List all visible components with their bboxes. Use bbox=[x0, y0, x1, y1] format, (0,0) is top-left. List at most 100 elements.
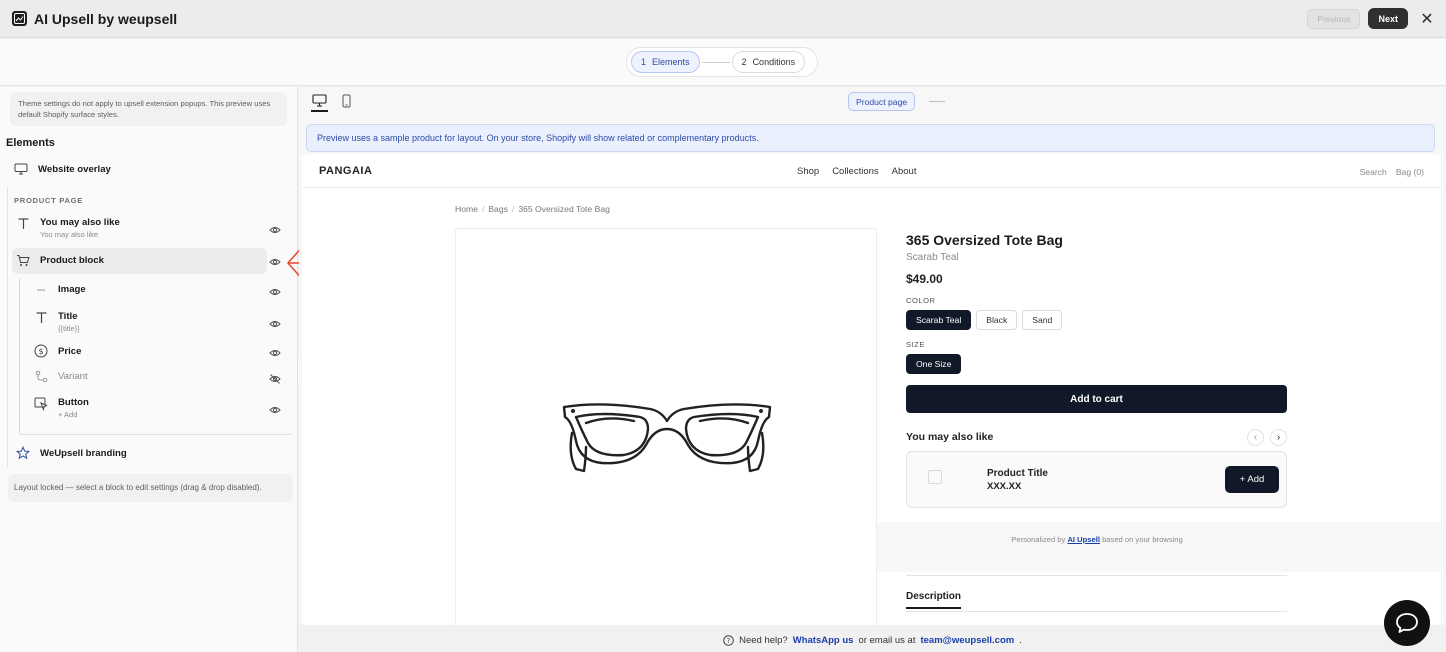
upsell-card-price: XXX.XX bbox=[987, 481, 1022, 492]
layout-locked-note: Layout locked — select a block to edit s… bbox=[8, 474, 293, 502]
text-t-icon bbox=[14, 217, 32, 230]
app-header: AI Upsell by weupsell Previous Next ✕ bbox=[0, 0, 1446, 38]
image-item[interactable]: Image bbox=[32, 284, 292, 295]
app-logo-icon bbox=[12, 11, 27, 26]
size-options: One Size bbox=[906, 354, 1287, 374]
nav-search[interactable]: Search bbox=[1360, 167, 1387, 177]
mobile-icon bbox=[342, 94, 351, 108]
breadcrumb-home[interactable]: Home bbox=[455, 204, 478, 214]
variant-label: Variant bbox=[58, 371, 88, 382]
weupsell-branding-item[interactable]: WeUpsell branding bbox=[14, 446, 127, 460]
title-item[interactable]: Title {{title}} bbox=[32, 311, 292, 333]
desktop-view-tab[interactable] bbox=[311, 94, 328, 112]
eye-icon[interactable] bbox=[269, 404, 281, 416]
store-nav-links: Shop Collections About bbox=[797, 166, 916, 177]
preview-panel: Product page Preview uses a sample produ… bbox=[299, 87, 1446, 625]
step-conditions[interactable]: 2 Conditions bbox=[731, 51, 806, 73]
step-label: Conditions bbox=[752, 57, 796, 67]
store-brand: PANGAIA bbox=[319, 165, 373, 177]
product-block-item[interactable]: Product block bbox=[14, 254, 292, 267]
page-type-pill[interactable]: Product page bbox=[848, 92, 916, 111]
whatsapp-link[interactable]: WhatsApp us bbox=[793, 635, 854, 646]
personalized-prefix: Personalized by bbox=[1011, 535, 1066, 544]
nav-about[interactable]: About bbox=[892, 166, 917, 177]
text-t-icon bbox=[32, 311, 50, 324]
breadcrumb: Home / Bags/365 Oversized Tote Bag bbox=[455, 204, 610, 214]
website-overlay-item[interactable]: Website overlay bbox=[12, 163, 111, 175]
nav-collections[interactable]: Collections bbox=[832, 166, 878, 177]
you-may-also-like-label: You may also like bbox=[40, 217, 120, 228]
description-tab[interactable]: Description bbox=[906, 591, 962, 609]
close-icon[interactable]: ✕ bbox=[1420, 9, 1434, 29]
color-label: COLOR bbox=[906, 296, 936, 305]
product-image-frame bbox=[455, 228, 877, 625]
preview-info-banner: Preview uses a sample product for layout… bbox=[306, 124, 1435, 152]
help-text: Need help? bbox=[739, 634, 788, 646]
chevron-left-icon[interactable]: ‹ bbox=[1247, 429, 1264, 446]
add-to-cart-button[interactable]: Add to cart bbox=[906, 385, 1287, 413]
product-block-label: Product block bbox=[40, 255, 104, 266]
nav-bag[interactable]: Bag (0) bbox=[1396, 167, 1424, 177]
upsell-product-card: Product Title XXX.XX + Add bbox=[906, 451, 1287, 508]
step-number: 1 bbox=[641, 57, 647, 67]
previous-button[interactable]: Previous bbox=[1307, 8, 1361, 29]
personalized-band bbox=[877, 522, 1441, 572]
image-label: Image bbox=[58, 284, 86, 295]
price-label: Price bbox=[58, 345, 82, 357]
star-icon bbox=[14, 446, 32, 460]
product-price: $49.00 bbox=[906, 272, 943, 286]
color-option-black[interactable]: Black bbox=[976, 310, 1018, 330]
eye-icon[interactable] bbox=[269, 256, 281, 268]
you-may-also-like-sub: You may also like bbox=[40, 230, 99, 239]
button-item[interactable]: Button + Add bbox=[32, 397, 292, 419]
personalized-suffix: based on your browsing bbox=[1102, 535, 1183, 544]
help-circle-icon: ? bbox=[723, 634, 734, 646]
eye-icon[interactable] bbox=[269, 224, 281, 236]
mobile-view-tab[interactable] bbox=[338, 94, 355, 112]
divider bbox=[906, 575, 1287, 576]
product-page-section-label: PRODUCT PAGE bbox=[14, 196, 84, 205]
weupsell-branding-label: WeUpsell branding bbox=[40, 447, 127, 459]
monitor-icon bbox=[12, 163, 30, 175]
eye-icon[interactable] bbox=[269, 347, 281, 359]
chat-launcher-button[interactable] bbox=[1384, 600, 1430, 646]
app-title: AI Upsell by weupsell bbox=[34, 10, 178, 27]
nav-shop[interactable]: Shop bbox=[797, 166, 819, 177]
cart-icon bbox=[14, 254, 32, 267]
step-elements[interactable]: 1 Elements bbox=[631, 51, 700, 73]
chevron-right-icon[interactable]: › bbox=[1270, 429, 1287, 446]
button-label: Button bbox=[58, 397, 89, 408]
dollar-circle-icon: $ bbox=[32, 344, 50, 358]
theme-notice: Theme settings do not apply to upsell ex… bbox=[10, 92, 287, 126]
store-nav-right: Search Bag (0) bbox=[1360, 167, 1424, 177]
store-preview: PANGAIA Shop Collections About Search Ba… bbox=[302, 154, 1441, 625]
elements-heading: Elements bbox=[6, 137, 55, 149]
size-option-one-size[interactable]: One Size bbox=[906, 354, 962, 374]
you-may-also-like-item[interactable]: You may also like You may also like bbox=[14, 217, 292, 239]
support-email-link[interactable]: team@weupsell.com bbox=[920, 635, 1014, 646]
breadcrumb-bags[interactable]: Bags bbox=[488, 204, 508, 214]
svg-text:$: $ bbox=[38, 347, 43, 356]
size-label: SIZE bbox=[906, 340, 925, 349]
tree-guide bbox=[7, 187, 8, 467]
personalized-note: Personalized by AI Upsell based on your … bbox=[877, 535, 1317, 544]
eye-icon[interactable] bbox=[269, 318, 281, 330]
next-button[interactable]: Next bbox=[1368, 8, 1408, 29]
product-variant: Scarab Teal bbox=[906, 252, 959, 263]
price-item[interactable]: $ Price bbox=[32, 344, 292, 358]
color-option-scarab-teal[interactable]: Scarab Teal bbox=[906, 310, 972, 330]
color-option-sand[interactable]: Sand bbox=[1022, 310, 1063, 330]
breadcrumb-current: 365 Oversized Tote Bag bbox=[518, 204, 610, 214]
product-title: 365 Oversized Tote Bag bbox=[906, 232, 1063, 248]
variant-item[interactable]: Variant bbox=[32, 370, 292, 385]
step-connector bbox=[701, 61, 730, 63]
device-switcher bbox=[311, 94, 355, 112]
upsell-add-button[interactable]: + Add bbox=[1225, 466, 1279, 493]
dash-icon bbox=[32, 288, 50, 292]
title-sub: {{title}} bbox=[58, 324, 80, 333]
variant-branch-icon bbox=[32, 370, 50, 383]
or-email-text: or email us at bbox=[858, 634, 916, 646]
ai-upsell-link[interactable]: AI Upsell bbox=[1067, 535, 1100, 544]
eye-off-icon[interactable] bbox=[269, 373, 281, 385]
eye-icon[interactable] bbox=[269, 286, 281, 298]
